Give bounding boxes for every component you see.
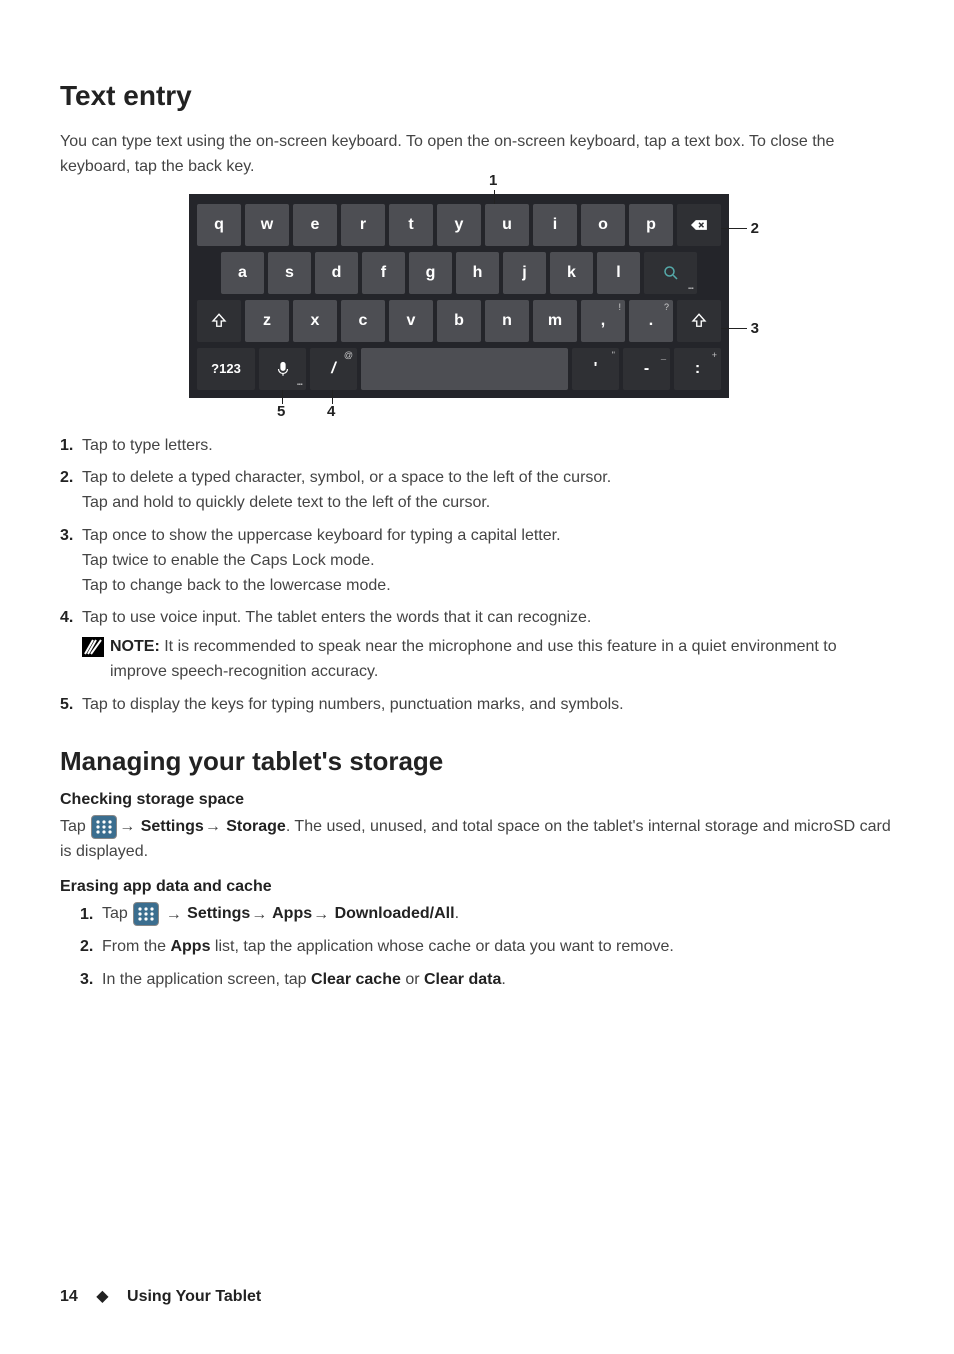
section-title-text-entry: Text entry xyxy=(60,80,894,112)
key-x: x xyxy=(293,300,337,342)
key-s: s xyxy=(268,252,311,294)
backspace-icon xyxy=(690,216,708,234)
key-search: ... xyxy=(644,252,697,294)
note-icon xyxy=(82,637,104,657)
key-j: j xyxy=(503,252,546,294)
shift-icon xyxy=(690,312,708,330)
key-i: i xyxy=(533,204,577,246)
footer-section-title: Using Your Tablet xyxy=(127,1288,261,1305)
erase-step-3: 3.In the application screen, tap Clear c… xyxy=(102,968,894,993)
key-w: w xyxy=(245,204,289,246)
key-c: c xyxy=(341,300,385,342)
legend-item-3: 3.Tap once to show the uppercase keyboar… xyxy=(82,524,894,598)
key-g: g xyxy=(409,252,452,294)
page-number: 14 xyxy=(60,1288,78,1305)
key-colon: :+ xyxy=(674,348,721,390)
mic-icon xyxy=(274,360,292,378)
apps-icon xyxy=(133,902,159,926)
search-icon xyxy=(662,264,680,282)
key-voice: ... xyxy=(259,348,306,390)
key-z: z xyxy=(245,300,289,342)
key-n: n xyxy=(485,300,529,342)
key-o: o xyxy=(581,204,625,246)
key-slash: /@ xyxy=(310,348,357,390)
key-d: d xyxy=(315,252,358,294)
callout-4-label: 4 xyxy=(327,403,335,420)
apps-icon xyxy=(91,815,117,839)
key-f: f xyxy=(362,252,405,294)
key-space xyxy=(361,348,568,390)
callout-5-label: 5 xyxy=(277,403,285,420)
subheading-erase-cache: Erasing app data and cache xyxy=(60,878,894,896)
intro-paragraph: You can type text using the on-screen ke… xyxy=(60,130,894,180)
key-shift-right xyxy=(677,300,721,342)
key-k: k xyxy=(550,252,593,294)
legend-item-1: 1.Tap to type letters. xyxy=(82,434,894,459)
key-numsym: ?123 xyxy=(197,348,255,390)
subheading-check-storage: Checking storage space xyxy=(60,791,894,809)
key-p: p xyxy=(629,204,673,246)
key-q: q xyxy=(197,204,241,246)
key-e: e xyxy=(293,204,337,246)
legend-item-2: 2.Tap to delete a typed character, symbo… xyxy=(82,466,894,516)
legend-item-5: 5.Tap to display the keys for typing num… xyxy=(82,693,894,718)
keyboard-legend-list: 1.Tap to type letters. 2.Tap to delete a… xyxy=(60,434,894,718)
key-h: h xyxy=(456,252,499,294)
erase-steps-list: 1.Tap → Settings→ Apps→ Downloaded/All. … xyxy=(80,902,894,993)
key-y: y xyxy=(437,204,481,246)
key-backspace xyxy=(677,204,721,246)
key-apostrophe: '" xyxy=(572,348,619,390)
callout-3-label: 3 xyxy=(751,320,759,337)
key-a: a xyxy=(221,252,264,294)
key-l: l xyxy=(597,252,640,294)
check-storage-paragraph: Tap → Settings→ Storage. The used, unuse… xyxy=(60,815,894,865)
note-block: NOTE: It is recommended to speak near th… xyxy=(82,635,894,685)
key-comma: ,! xyxy=(581,300,625,342)
key-shift-left xyxy=(197,300,241,342)
key-t: t xyxy=(389,204,433,246)
key-b: b xyxy=(437,300,481,342)
legend-item-4: 4.Tap to use voice input. The tablet ent… xyxy=(82,606,894,684)
erase-step-2: 2.From the Apps list, tap the applicatio… xyxy=(102,935,894,960)
keyboard-illustration: 1 2 3 4 5 q w e r t y u i o p xyxy=(157,194,797,398)
section-title-storage: Managing your tablet's storage xyxy=(60,746,894,777)
erase-step-1: 1.Tap → Settings→ Apps→ Downloaded/All. xyxy=(102,902,894,927)
callout-2-label: 2 xyxy=(751,220,759,237)
shift-icon xyxy=(210,312,228,330)
key-r: r xyxy=(341,204,385,246)
key-dash: -_ xyxy=(623,348,670,390)
footer-diamond: ◆ xyxy=(96,1288,108,1305)
callout-1-label: 1 xyxy=(489,172,497,189)
key-v: v xyxy=(389,300,433,342)
page-footer: 14 ◆ Using Your Tablet xyxy=(60,1286,261,1306)
key-m: m xyxy=(533,300,577,342)
key-u: u xyxy=(485,204,529,246)
key-period: .? xyxy=(629,300,673,342)
